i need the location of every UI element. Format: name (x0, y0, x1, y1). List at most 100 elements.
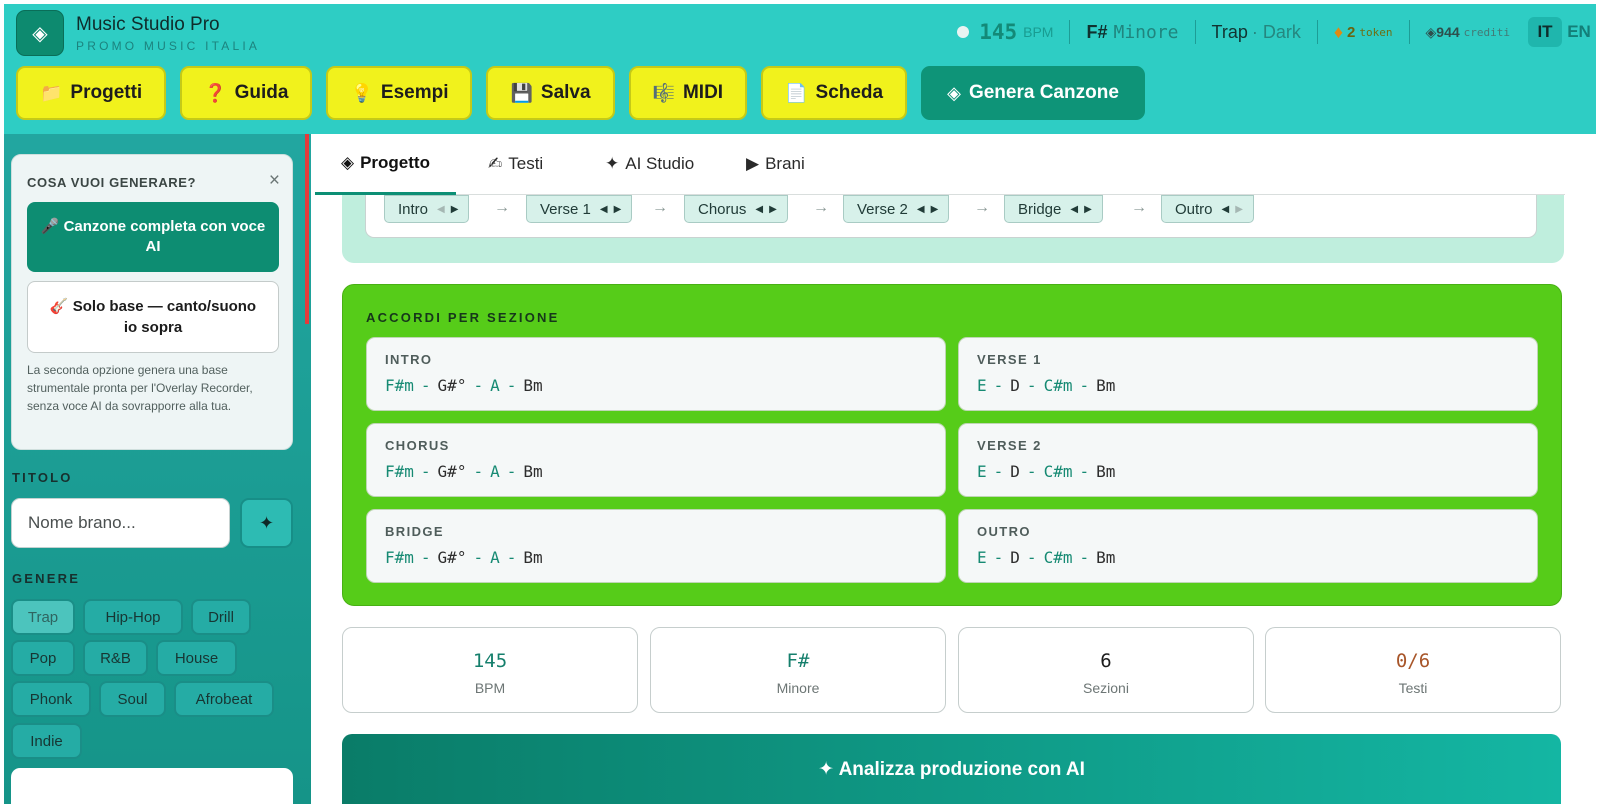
chord: Bm (1096, 462, 1116, 481)
chord-section-name: VERSE 1 (977, 352, 1042, 367)
chord: Bm (1096, 548, 1116, 567)
section-pill[interactable]: Verse 2 ◀ ▶ (843, 195, 950, 223)
analyze-production-button[interactable]: ✦ Analizza produzione con AI (342, 734, 1561, 804)
diamond-icon: ◈ (947, 82, 961, 103)
close-icon[interactable]: × (269, 170, 280, 192)
tab-brani[interactable]: ▶ Brani (746, 134, 805, 194)
chord-card[interactable]: CHORUS F#m - G#° - A - Bm (366, 423, 946, 497)
chord-card[interactable]: VERSE 1 E - D - C#m - Bm (958, 337, 1538, 411)
tab-label: AI Studio (625, 154, 695, 173)
chord: C#m (1043, 548, 1073, 567)
section-pill[interactable]: Chorus ◀ ▶ (684, 195, 788, 223)
chord: E (977, 376, 987, 395)
divider (1408, 20, 1410, 44)
section-pill[interactable]: Bridge ◀ ▶ (1004, 195, 1103, 223)
genre-chip[interactable]: Phonk (11, 681, 91, 717)
guide-label: Guida (234, 82, 289, 103)
genre-chip[interactable]: Indie (11, 723, 82, 759)
chord: F#m (385, 462, 414, 481)
sidebar-next-card (11, 768, 293, 804)
flow-arrow-icon: → (652, 199, 668, 216)
lang-en-button[interactable]: EN (1562, 17, 1596, 47)
genre-chip[interactable]: Drill (191, 599, 251, 635)
arrow-right-icon[interactable]: ▶ (931, 204, 939, 215)
chord-separator: - (1026, 376, 1037, 395)
section-label: Verse 1 (540, 200, 591, 218)
sheet-label: Scheda (815, 82, 884, 103)
chord-separator: - (1079, 462, 1090, 481)
chord: G#° (437, 462, 467, 481)
projects-button[interactable]: 📁 Progetti (16, 66, 167, 120)
midi-button[interactable]: 🎼 MIDI (628, 66, 748, 120)
flame-icon: ♦ (1333, 21, 1344, 42)
instrumental-option-button[interactable]: 🎸 Solo base — canto/suono io sopra (27, 281, 279, 353)
arrow-left-icon[interactable]: ◀ (917, 204, 925, 215)
chord-card[interactable]: OUTRO E - D - C#m - Bm (958, 509, 1538, 583)
arrow-right-icon[interactable]: ▶ (1084, 204, 1092, 215)
arrow-right-icon[interactable]: ▶ (614, 204, 622, 215)
tab-ai-studio[interactable]: ✦ AI Studio (605, 134, 694, 194)
document-icon: 📄 (785, 82, 808, 103)
chord-separator: - (420, 376, 431, 395)
sparkle-icon[interactable]: ✦ (240, 498, 293, 548)
genre-mood: · Dark (1251, 21, 1301, 42)
arrow-right-icon[interactable]: ▶ (769, 204, 777, 215)
arrow-right-icon[interactable]: ▶ (1235, 204, 1243, 215)
arrow-left-icon[interactable]: ◀ (1070, 204, 1078, 215)
tab-testi[interactable]: ✍ Testi (488, 134, 543, 194)
sheet-button[interactable]: 📄 Scheda (761, 66, 908, 120)
section-pill[interactable]: Verse 1 ◀ ▶ (526, 195, 633, 223)
arrow-left-icon[interactable]: ◀ (600, 204, 608, 215)
right-margin (1565, 134, 1600, 804)
title-input[interactable]: Nome brano... (11, 498, 230, 548)
chord-card[interactable]: BRIDGE F#m - G#° - A - Bm (366, 509, 946, 583)
chord-separator: - (420, 462, 431, 481)
genre-chip[interactable]: Hip-Hop (83, 599, 183, 635)
chord: E (977, 462, 987, 481)
chord: C#m (1043, 462, 1073, 481)
tab-progetto[interactable]: ◈ Progetto (315, 134, 456, 195)
section-label: Bridge (1018, 200, 1062, 218)
genre-chip[interactable]: Afrobeat (174, 681, 274, 717)
flow-arrow-icon: → (494, 199, 510, 216)
full-song-option-button[interactable]: 🎤 Canzone completa con voce AI (27, 202, 279, 272)
credits-count: ◈944 (1425, 23, 1460, 40)
section-label: Chorus (698, 200, 747, 218)
section-pill[interactable]: Intro ◀ ▶ (384, 195, 470, 223)
chord-progression: F#m - G#° - A - Bm (385, 548, 543, 567)
arrow-left-icon[interactable]: ◀ (755, 204, 763, 215)
generation-note: La seconda opzione genera una base strum… (27, 363, 253, 413)
chord: Bm (1096, 376, 1116, 395)
chord-section-name: OUTRO (977, 524, 1031, 539)
genre-chip[interactable]: Soul (99, 681, 166, 717)
chord-separator: - (473, 462, 484, 481)
chord-section-name: CHORUS (385, 438, 450, 453)
section-pill[interactable]: Outro ◀ ▶ (1161, 195, 1254, 223)
genre-chip[interactable]: Pop (11, 640, 75, 676)
genre-chip[interactable]: Trap (11, 599, 75, 635)
chord-card[interactable]: INTRO F#m - G#° - A - Bm (366, 337, 946, 411)
chord-separator: - (1026, 548, 1037, 567)
chord-separator: - (1079, 548, 1090, 567)
midi-label: MIDI (682, 82, 724, 103)
arrow-left-icon[interactable]: ◀ (437, 204, 445, 215)
genre-chip[interactable]: R&B (83, 640, 148, 676)
generate-song-button[interactable]: ◈ Genera Canzone (921, 66, 1145, 120)
chord: A (490, 548, 500, 567)
diamond-icon[interactable]: ◈ (16, 10, 64, 56)
bpm-value: 145 (979, 20, 1018, 44)
chord: F#m (385, 548, 414, 567)
guide-button[interactable]: ❓ Guida (180, 66, 313, 120)
save-button[interactable]: 💾 Salva (486, 66, 615, 120)
sidebar-scrollbar[interactable] (305, 134, 309, 324)
genre-chip[interactable]: House (156, 640, 237, 676)
arrow-right-icon[interactable]: ▶ (451, 204, 459, 215)
question-icon: ❓ (204, 82, 227, 103)
arrow-left-icon[interactable]: ◀ (1222, 204, 1230, 215)
examples-button[interactable]: 💡 Esempi (326, 66, 473, 120)
lightbulb-icon: 💡 (350, 82, 373, 103)
lang-it-button[interactable]: IT (1528, 17, 1562, 47)
chord-card[interactable]: VERSE 2 E - D - C#m - Bm (958, 423, 1538, 497)
play-icon: ▶ (746, 154, 760, 173)
genre-label: GENERE (12, 571, 81, 586)
